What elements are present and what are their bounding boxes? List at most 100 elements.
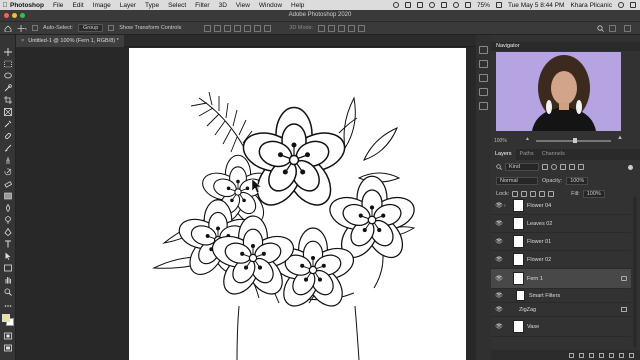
blend-mode-dropdown[interactable]: Normal bbox=[496, 177, 538, 185]
cloud-icon[interactable] bbox=[428, 2, 435, 8]
3d-pan-icon[interactable] bbox=[338, 24, 346, 32]
visibility-eye-icon[interactable]: 👁 bbox=[494, 275, 504, 282]
filter-shape-icon[interactable] bbox=[569, 164, 575, 170]
visibility-eye-icon[interactable]: 👁 bbox=[494, 238, 504, 245]
properties-panel-icon[interactable] bbox=[479, 88, 488, 96]
align-center-icon[interactable] bbox=[214, 24, 222, 32]
layer-row-flower-04[interactable]: 👁 › Flower 04 bbox=[491, 197, 631, 215]
menu-file[interactable]: File bbox=[53, 2, 63, 9]
battery-icon[interactable] bbox=[495, 2, 502, 8]
layers-scrollbar[interactable] bbox=[633, 197, 637, 347]
libraries-panel-icon[interactable] bbox=[479, 60, 488, 68]
spotlight-search-icon[interactable] bbox=[618, 2, 624, 8]
filter-kind-dropdown[interactable]: Kind bbox=[505, 163, 539, 171]
add-mask-icon[interactable] bbox=[589, 352, 594, 358]
pen-tool-icon[interactable] bbox=[4, 228, 12, 236]
align-right-icon[interactable] bbox=[224, 24, 232, 32]
foreground-color-swatch[interactable] bbox=[2, 314, 10, 322]
eraser-tool-icon[interactable] bbox=[4, 180, 12, 188]
document-canvas[interactable] bbox=[129, 48, 466, 360]
smart-filters-row[interactable]: 👁 Smart Filters bbox=[491, 289, 631, 303]
share-icon[interactable] bbox=[624, 24, 631, 32]
adjustments-panel-icon[interactable] bbox=[479, 74, 488, 82]
filter-smart-object-icon[interactable] bbox=[578, 164, 584, 170]
workspace-search-icon[interactable] bbox=[597, 24, 604, 32]
zoom-slider-thumb[interactable] bbox=[573, 138, 577, 143]
type-tool-icon[interactable] bbox=[4, 240, 12, 248]
maximize-window-button[interactable] bbox=[20, 13, 25, 18]
lasso-tool-icon[interactable] bbox=[4, 72, 12, 80]
brush-tool-icon[interactable] bbox=[4, 144, 12, 152]
history-brush-tool-icon[interactable] bbox=[4, 168, 12, 176]
zoom-out-icon[interactable]: ▲ bbox=[525, 136, 530, 142]
tab-layers[interactable]: Layers bbox=[491, 149, 516, 160]
menu-edit[interactable]: Edit bbox=[72, 2, 83, 9]
notification-center-icon[interactable] bbox=[630, 2, 636, 8]
menu-view[interactable]: View bbox=[236, 2, 250, 9]
delete-layer-icon[interactable] bbox=[629, 352, 634, 358]
layer-row-leaves-02[interactable]: 👁 Leaves 02 bbox=[491, 215, 631, 233]
user-name[interactable]: Khara Plicanic bbox=[570, 2, 612, 9]
menu-type[interactable]: Type bbox=[145, 2, 159, 9]
menu-layer[interactable]: Layer bbox=[120, 2, 136, 9]
menu-photoshop[interactable]: Photoshop bbox=[10, 2, 44, 9]
smart-filter-badge-icon[interactable] bbox=[621, 276, 627, 281]
visibility-eye-icon[interactable]: 👁 bbox=[494, 256, 504, 263]
lamp-icon[interactable] bbox=[440, 2, 447, 8]
align-top-icon[interactable] bbox=[234, 24, 242, 32]
gradient-tool-icon[interactable] bbox=[4, 192, 12, 200]
visibility-eye-icon[interactable]: 👁 bbox=[494, 202, 504, 209]
healing-brush-tool-icon[interactable] bbox=[4, 132, 12, 140]
navigator-header[interactable]: Navigator bbox=[491, 42, 640, 51]
filter-adjustment-icon[interactable] bbox=[551, 164, 557, 170]
menu-help[interactable]: Help bbox=[291, 2, 304, 9]
3d-orbit-icon[interactable] bbox=[318, 24, 326, 32]
clone-stamp-tool-icon[interactable] bbox=[4, 156, 12, 164]
screen-mode-icon[interactable] bbox=[4, 344, 12, 352]
wifi-icon[interactable] bbox=[452, 2, 459, 8]
volume-icon[interactable] bbox=[464, 2, 471, 8]
history-panel-icon[interactable] bbox=[479, 46, 488, 54]
marquee-tool-icon[interactable] bbox=[4, 60, 12, 68]
status-circle-icon[interactable] bbox=[392, 2, 399, 8]
navigator-zoom-value[interactable]: 100% bbox=[494, 138, 507, 144]
layer-row-flower-02[interactable]: 👁 Flower 02 bbox=[491, 251, 631, 269]
dropbox-icon[interactable] bbox=[404, 2, 411, 8]
align-middle-icon[interactable] bbox=[244, 24, 252, 32]
workspace-switcher-icon[interactable] bbox=[609, 24, 616, 32]
quick-mask-icon[interactable] bbox=[4, 332, 12, 340]
visibility-eye-icon[interactable]: 👁 bbox=[494, 306, 504, 313]
navigator-preview[interactable] bbox=[496, 52, 621, 131]
battery-percentage[interactable]: 75% bbox=[477, 2, 490, 9]
show-transform-checkbox[interactable] bbox=[108, 25, 115, 31]
adjustment-layer-icon[interactable] bbox=[599, 352, 604, 358]
dodge-tool-icon[interactable] bbox=[4, 216, 12, 224]
opacity-input[interactable]: 100% bbox=[566, 177, 589, 185]
visibility-eye-icon[interactable]: 👁 bbox=[494, 323, 504, 330]
blending-options-icon[interactable] bbox=[621, 307, 627, 312]
clock[interactable]: Tue May 5 8:44 PM bbox=[508, 2, 564, 9]
link-layers-icon[interactable] bbox=[569, 352, 574, 358]
filter-type-icon[interactable] bbox=[560, 164, 566, 170]
auto-select-dropdown[interactable]: Group bbox=[77, 24, 104, 32]
menu-filter[interactable]: Filter bbox=[195, 2, 209, 9]
align-bottom-icon[interactable] bbox=[254, 24, 262, 32]
menu-select[interactable]: Select bbox=[168, 2, 186, 9]
layer-row-flower-01[interactable]: 👁 Flower 01 bbox=[491, 233, 631, 251]
filter-pixel-icon[interactable] bbox=[542, 164, 548, 170]
visibility-eye-icon[interactable]: 👁 bbox=[494, 220, 504, 227]
zigzag-filter-row[interactable]: 👁 ZigZag bbox=[491, 303, 631, 317]
tab-channels[interactable]: Channels bbox=[538, 149, 569, 160]
filter-toggle-icon[interactable] bbox=[628, 164, 633, 170]
menu-3d[interactable]: 3D bbox=[219, 2, 227, 9]
blur-tool-icon[interactable] bbox=[4, 204, 12, 212]
crop-tool-icon[interactable] bbox=[4, 96, 12, 104]
character-panel-icon[interactable] bbox=[479, 102, 488, 110]
layer-style-icon[interactable] bbox=[579, 352, 584, 358]
3d-roll-icon[interactable] bbox=[328, 24, 336, 32]
home-icon[interactable] bbox=[4, 24, 12, 32]
apple-menu-icon[interactable]:  bbox=[0, 2, 10, 9]
menu-window[interactable]: Window bbox=[259, 2, 282, 9]
visibility-eye-icon[interactable]: 👁 bbox=[494, 292, 504, 299]
align-left-icon[interactable] bbox=[204, 24, 212, 32]
